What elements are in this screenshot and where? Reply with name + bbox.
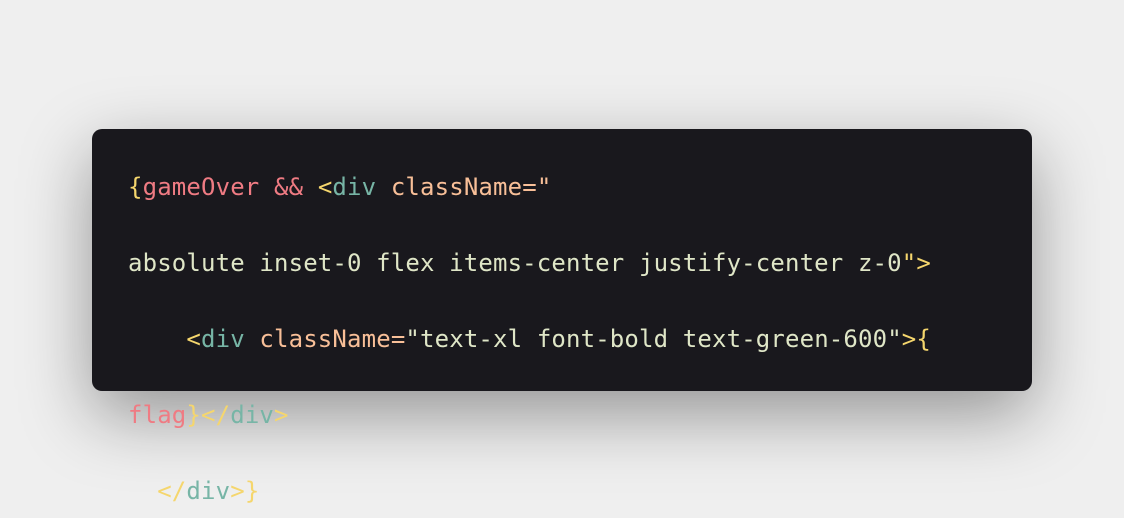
code-token: flag bbox=[128, 401, 187, 429]
code-token: >{ bbox=[901, 325, 931, 353]
code-line-2: absolute inset-0 flex items-center justi… bbox=[128, 244, 996, 282]
code-token: =" bbox=[522, 173, 552, 201]
code-block: {gameOver && <div className=" absolute i… bbox=[128, 168, 996, 510]
screenshot-canvas: {gameOver && <div className=" absolute i… bbox=[0, 0, 1124, 518]
code-token: div bbox=[332, 173, 377, 201]
code-line-5: </div>} bbox=[128, 472, 996, 510]
code-line-4: flag}</div> bbox=[128, 396, 996, 434]
code-card: {gameOver && <div className=" absolute i… bbox=[92, 129, 1032, 505]
code-token: </ bbox=[128, 477, 187, 505]
code-line-3: <div className="text-xl font-bold text-g… bbox=[128, 320, 996, 358]
code-token: && bbox=[259, 173, 318, 201]
code-token: { bbox=[128, 173, 143, 201]
code-token: }</ bbox=[186, 401, 231, 429]
code-token: gameOver bbox=[142, 173, 260, 201]
code-token: className bbox=[244, 325, 391, 353]
code-token: "text-xl font-bold text-green-600" bbox=[405, 325, 902, 353]
code-token: < bbox=[317, 173, 333, 201]
code-token: < bbox=[128, 325, 201, 353]
code-token: div bbox=[230, 401, 275, 429]
code-token: >} bbox=[230, 477, 260, 505]
code-token: className bbox=[376, 173, 523, 201]
code-token: div bbox=[201, 325, 245, 353]
code-token: = bbox=[390, 325, 406, 353]
code-token: > bbox=[274, 401, 289, 429]
code-token: "> bbox=[901, 249, 931, 277]
code-line-1: {gameOver && <div className=" bbox=[128, 168, 996, 206]
code-token: absolute inset-0 flex items-center justi… bbox=[128, 249, 902, 277]
code-token: div bbox=[186, 477, 231, 505]
